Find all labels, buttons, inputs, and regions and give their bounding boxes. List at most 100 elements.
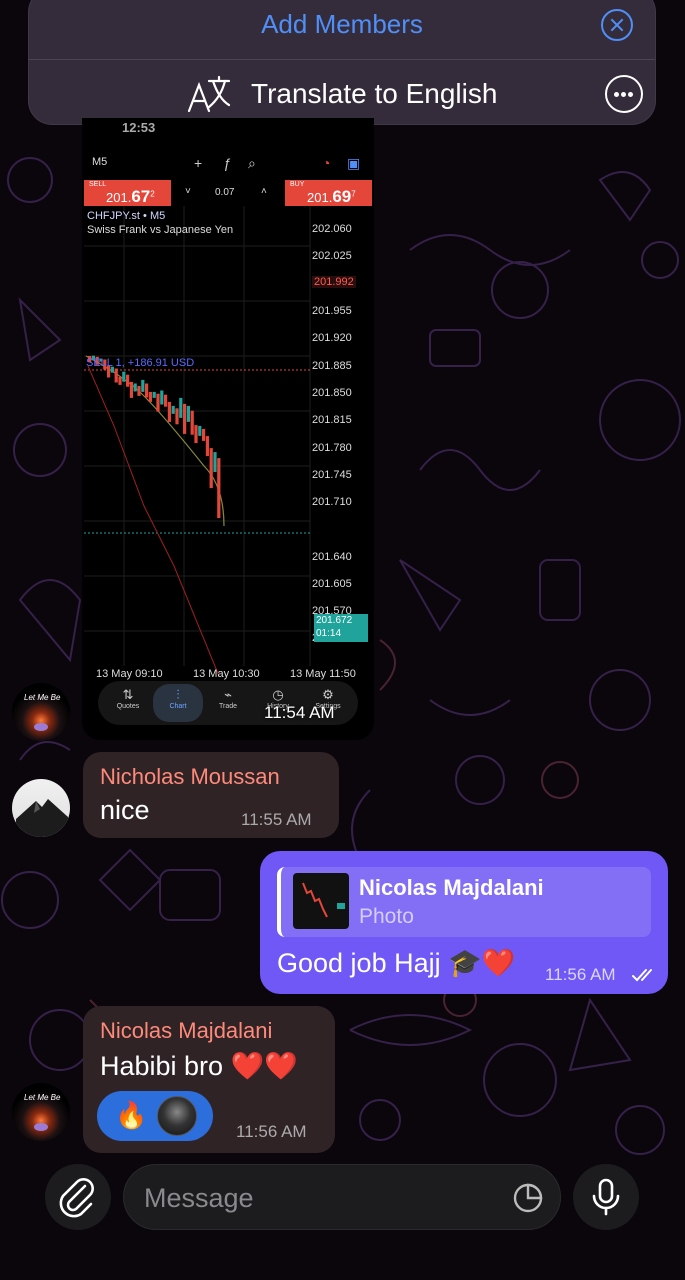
more-options-icon[interactable] [605,75,643,113]
candle [205,436,209,457]
close-icon[interactable] [601,9,633,41]
candle [183,403,187,434]
price-tick: 201.710 [312,496,352,508]
divider [29,59,655,60]
candle [167,401,171,422]
candlestick-chart: CHFJPY.st • M5 Swiss Frank vs Japanese Y… [84,206,372,676]
current-price-badge: 201.672 01:14 [314,614,368,642]
crosshair-icon: + [194,155,203,171]
candle [114,368,118,383]
message-time: 11:56 AM [545,965,616,984]
candle [179,397,183,418]
message-time: 11:56 AM [236,1122,307,1141]
candle [137,385,141,396]
message-time: 11:55 AM [241,810,312,829]
candle [156,393,160,412]
reply-type: Photo [359,905,414,928]
candle [190,410,194,435]
candle [118,376,122,385]
message-input-container [123,1164,561,1230]
symbol-description: Swiss Frank vs Japanese Yen [87,224,234,236]
candle [186,405,190,422]
candle [152,391,156,398]
avatar-logo-text: Let Me Be [24,693,61,702]
candle [148,391,152,402]
sticker-icon[interactable] [512,1182,544,1214]
add-members-button[interactable]: Add Members [29,9,655,40]
price-tick: 201.815 [312,414,352,426]
reaction-chip[interactable]: 🔥 [97,1091,213,1141]
lot-size: ˅ 0.07 ˄ [185,186,267,198]
avatar-logo-text: Let Me Be [24,1093,61,1102]
price-tick: 201.850 [312,387,352,399]
trade-bar: SELL 201.672 ˅ 0.07 ˄ BUY 201.697 [84,180,372,206]
quotes-icon: ⇅ [122,687,134,702]
photo-message[interactable]: 12:53 M5 + ƒ ⌕ ◔ ▣ SELL 201.672 ˅ 0.07 ˄… [82,118,374,740]
sell-button: SELL 201.672 [84,180,171,206]
message-text: nice [100,795,150,825]
translate-icon [187,75,231,113]
outgoing-message-bubble[interactable]: Nicolas Majdalani Photo Good job Hajj 🎓❤… [260,851,668,994]
candle [217,458,221,519]
avatar[interactable] [12,779,70,837]
candle [213,452,217,473]
price-tick: 201.955 [312,305,352,317]
candle [122,371,126,382]
candle [141,379,145,392]
sender-name[interactable]: Nicholas Moussan [100,764,280,790]
avatar[interactable]: Let Me Be [12,683,70,741]
candle [202,428,206,441]
translate-button[interactable]: Translate to English [251,78,497,110]
candle [194,425,198,444]
indicator-icon: ◔ [322,155,331,171]
screenshot-status-time: 12:53 [122,120,156,135]
message-text: Habibi bro ❤️❤️ [100,1051,298,1081]
price-tick: 201.745 [312,469,352,481]
reply-preview[interactable]: Nicolas Majdalani Photo [277,867,651,937]
reply-sender-name: Nicolas Majdalani [359,875,544,900]
avatar[interactable]: Let Me Be [12,1083,70,1141]
chart-toolbar: M5 + ƒ ⌕ ◔ ▣ [82,150,374,178]
candle [129,381,133,398]
objects-icon: ⌕ [248,155,256,171]
time-tick: 13 May 10:30 [193,668,260,680]
microphone-button[interactable] [573,1164,639,1230]
fire-reaction: 🔥 [115,1100,148,1130]
attach-button[interactable] [45,1164,111,1230]
nav-trade: ⌁ Trade [203,687,253,710]
sender-name[interactable]: Nicolas Majdalani [100,1018,272,1044]
candle [209,448,213,489]
candle [160,390,164,405]
double-check-icon [632,969,652,982]
timeframe-label: M5 [92,156,108,168]
price-tick: 201.885 [312,360,352,372]
price-tick: 201.780 [312,442,352,454]
trade-icon: ⌁ [224,687,232,702]
candle [133,383,137,392]
reply-thumbnail [293,873,349,929]
microphone-icon [592,1178,620,1216]
layout-icon: ▣ [347,155,361,171]
time-tick: 13 May 11:50 [290,668,356,680]
price-tick: 201.605 [312,578,352,590]
candle [175,408,179,425]
top-action-panel: Add Members Translate to English [28,0,656,125]
buy-button: BUY 201.697 [285,180,372,206]
price-tick: 202.060 [312,223,352,235]
price-tick: 202.025 [312,250,352,262]
candle [126,374,130,387]
candle [164,394,168,407]
symbol-label: CHFJPY.st • M5 [87,210,166,222]
message-bubble[interactable]: Nicholas Moussan nice 11:55 AM [83,752,339,838]
position-label: SELL 1, +186.91 USD [86,357,195,369]
nav-chart: ⫶ Chart [153,684,203,722]
photo-timestamp: 11:54 AM [264,703,335,722]
chart-icon: ⫶ [176,687,180,702]
message-text: Good job Hajj 🎓❤️ [277,948,516,978]
settings-icon: ⚙ [322,687,334,702]
price-tick: 201.920 [312,332,352,344]
function-icon: ƒ [223,155,231,171]
message-input[interactable] [144,1179,494,1217]
candle [145,383,149,398]
reactor-avatar [157,1096,197,1136]
